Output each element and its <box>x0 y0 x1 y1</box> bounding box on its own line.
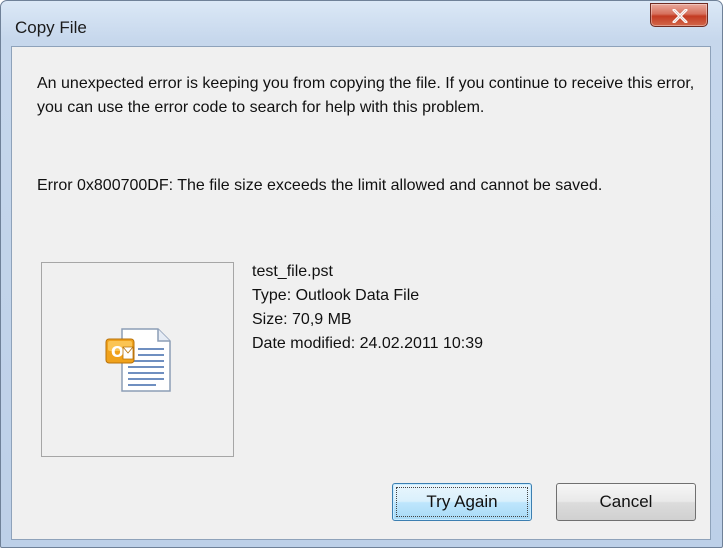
close-button[interactable] <box>650 3 708 27</box>
file-type: Type: Outlook Data File <box>252 287 420 304</box>
error-message: An unexpected error is keeping you from … <box>37 75 695 116</box>
outlook-data-file-icon: O <box>105 328 171 392</box>
file-size: Size: 70,9 MB <box>252 311 352 328</box>
file-name: test_file.pst <box>252 263 333 280</box>
copy-file-dialog: Copy File An unexpected error is keeping… <box>0 0 723 548</box>
cancel-button[interactable]: Cancel <box>556 483 696 521</box>
file-details: test_file.pst Type: Outlook Data File Si… <box>252 260 483 356</box>
svg-text:O: O <box>111 343 124 361</box>
close-icon <box>672 9 688 23</box>
try-again-button[interactable]: Try Again <box>392 483 532 521</box>
dialog-content: An unexpected error is keeping you from … <box>11 46 711 540</box>
file-thumbnail: O <box>41 262 234 457</box>
title-bar[interactable]: Copy File <box>1 1 722 45</box>
dialog-title: Copy File <box>15 18 87 37</box>
focus-rectangle <box>396 487 528 517</box>
error-code-text: Error 0x800700DF: The file size exceeds … <box>37 177 603 194</box>
cancel-label: Cancel <box>599 492 653 511</box>
file-date-modified: Date modified: 24.02.2011 10:39 <box>252 335 483 352</box>
